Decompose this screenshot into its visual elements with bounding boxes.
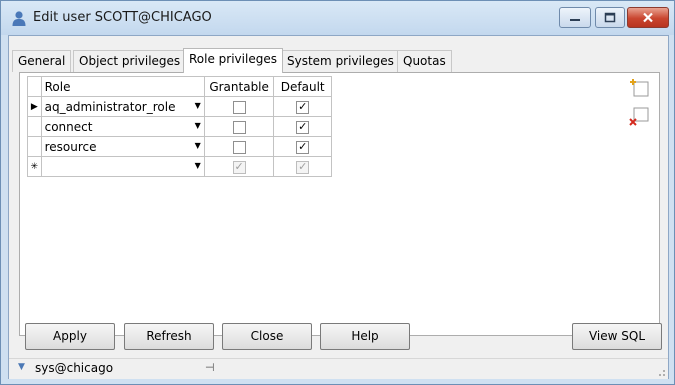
row-indicator: [27, 136, 42, 157]
chevron-down-icon[interactable]: ▼: [18, 362, 25, 372]
connection-label[interactable]: sys@chicago: [35, 361, 113, 375]
check-icon: ✓: [298, 159, 308, 173]
chevron-down-icon[interactable]: ▼: [195, 141, 201, 150]
table-row[interactable]: connect ▼ ✓: [27, 116, 332, 137]
default-checkbox[interactable]: ✓: [296, 119, 310, 134]
maximize-button[interactable]: [595, 7, 625, 28]
default-checkbox[interactable]: ✓: [296, 99, 310, 114]
view-sql-button[interactable]: View SQL: [572, 323, 662, 350]
grid-header-row: Role Grantable Default: [27, 76, 332, 97]
role-dropdown[interactable]: resource ▼: [40, 136, 205, 157]
resize-grip-icon[interactable]: [656, 367, 666, 377]
title-bar[interactable]: Edit user SCOTT@CHICAGO: [1, 1, 674, 35]
grantable-checkbox[interactable]: [232, 120, 246, 134]
pin-icon[interactable]: ⊣: [205, 361, 215, 374]
tab-quotas[interactable]: Quotas: [397, 50, 452, 72]
dialog-client-area: General Object privileges Role privilege…: [8, 35, 669, 379]
new-row-asterisk-icon: ✳: [27, 156, 42, 177]
default-checkbox[interactable]: ✓: [296, 159, 310, 174]
row-selected-indicator-icon: ▶: [27, 96, 42, 117]
minimize-button[interactable]: [559, 7, 591, 28]
delete-row-icon[interactable]: [629, 105, 651, 127]
role-value: resource: [44, 139, 97, 154]
tab-object-privileges[interactable]: Object privileges: [73, 50, 187, 72]
minimize-icon: [560, 8, 590, 27]
check-icon: ✓: [298, 99, 308, 113]
grantable-checkbox[interactable]: ✓: [232, 159, 246, 174]
status-bar: ▼ sys@chicago ⊣: [9, 358, 668, 379]
role-value: aq_administrator_role: [44, 99, 176, 114]
maximize-icon: [596, 8, 624, 27]
row-indicator: [27, 116, 42, 137]
role-privileges-panel: Role Grantable Default ▶ aq_administrato…: [19, 72, 660, 336]
check-icon: ✓: [298, 119, 308, 133]
chevron-down-icon[interactable]: ▼: [195, 121, 201, 130]
close-icon: [628, 8, 668, 27]
help-button[interactable]: Help: [320, 323, 410, 350]
default-column-header[interactable]: Default: [273, 76, 332, 97]
role-dropdown[interactable]: ▼: [40, 156, 205, 177]
table-row[interactable]: resource ▼ ✓: [27, 136, 332, 157]
refresh-button[interactable]: Refresh: [124, 323, 214, 350]
role-dropdown[interactable]: connect ▼: [40, 116, 205, 137]
default-checkbox[interactable]: ✓: [296, 139, 310, 154]
user-icon: [12, 11, 26, 26]
chevron-down-icon[interactable]: ▼: [195, 161, 201, 170]
row-indicator-header: [27, 76, 42, 97]
tab-general[interactable]: General: [12, 50, 72, 72]
new-row[interactable]: ✳ ▼ ✓ ✓: [27, 156, 332, 177]
check-icon: ✓: [298, 139, 308, 153]
chevron-down-icon[interactable]: ▼: [195, 101, 201, 110]
tab-role-privileges[interactable]: Role privileges: [183, 48, 283, 73]
close-window-button[interactable]: [627, 7, 669, 28]
role-privileges-grid: Role Grantable Default ▶ aq_administrato…: [27, 76, 332, 177]
edit-user-window: Edit user SCOTT@CHICAGO General Object p…: [0, 0, 675, 385]
role-column-header[interactable]: Role: [40, 76, 205, 97]
role-value: connect: [44, 119, 93, 134]
grantable-checkbox[interactable]: [232, 100, 246, 114]
apply-button[interactable]: Apply: [25, 323, 115, 350]
add-row-icon[interactable]: [629, 77, 651, 99]
check-icon: ✓: [234, 159, 244, 173]
grantable-checkbox[interactable]: [232, 140, 246, 154]
window-title: Edit user SCOTT@CHICAGO: [33, 10, 212, 25]
grantable-column-header[interactable]: Grantable: [203, 76, 275, 97]
table-row[interactable]: ▶ aq_administrator_role ▼ ✓: [27, 96, 332, 117]
close-button[interactable]: Close: [222, 323, 312, 350]
tab-system-privileges[interactable]: System privileges: [281, 50, 400, 72]
role-dropdown[interactable]: aq_administrator_role ▼: [40, 96, 205, 117]
